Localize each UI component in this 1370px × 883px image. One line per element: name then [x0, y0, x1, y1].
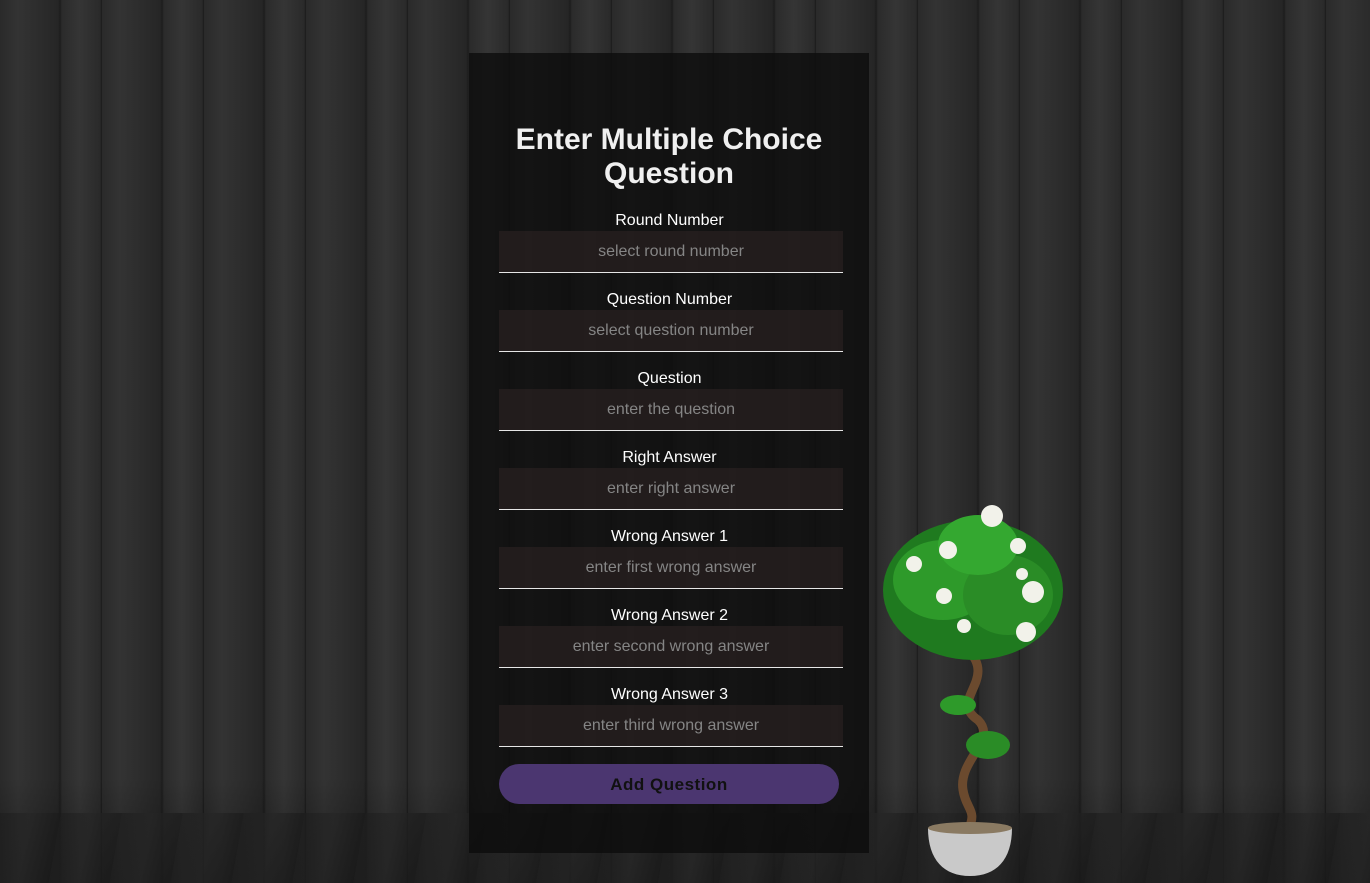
right-answer-input[interactable]: [499, 468, 843, 510]
wrong-answer-1-field: Wrong Answer 1: [499, 527, 843, 589]
question-number-field: Question Number: [499, 290, 843, 352]
question-number-label: Question Number: [606, 291, 733, 308]
wrong-answer-2-label: Wrong Answer 2: [610, 607, 729, 624]
wrong-answer-1-input[interactable]: [499, 547, 843, 589]
question-field: Question: [499, 369, 843, 431]
wrong-answer-3-input[interactable]: [499, 705, 843, 747]
right-answer-label: Right Answer: [622, 449, 717, 466]
question-form-panel: Enter Multiple Choice Question Round Num…: [469, 53, 869, 853]
question-input[interactable]: [499, 389, 843, 431]
wrong-answer-3-label: Wrong Answer 3: [610, 686, 729, 703]
form-title: Enter Multiple Choice Question: [515, 123, 823, 190]
round-number-label: Round Number: [615, 212, 724, 229]
round-number-input[interactable]: [499, 231, 843, 273]
wrong-answer-1-label: Wrong Answer 1: [610, 528, 729, 545]
round-number-field: Round Number: [499, 211, 843, 273]
wrong-answer-2-input[interactable]: [499, 626, 843, 668]
question-label: Question: [637, 370, 702, 387]
right-answer-field: Right Answer: [499, 448, 843, 510]
potted-plant-icon: [883, 505, 1063, 876]
add-question-button[interactable]: Add Question: [499, 764, 839, 804]
wrong-answer-3-field: Wrong Answer 3: [499, 685, 843, 747]
question-number-input[interactable]: [499, 310, 843, 352]
wrong-answer-2-field: Wrong Answer 2: [499, 606, 843, 668]
